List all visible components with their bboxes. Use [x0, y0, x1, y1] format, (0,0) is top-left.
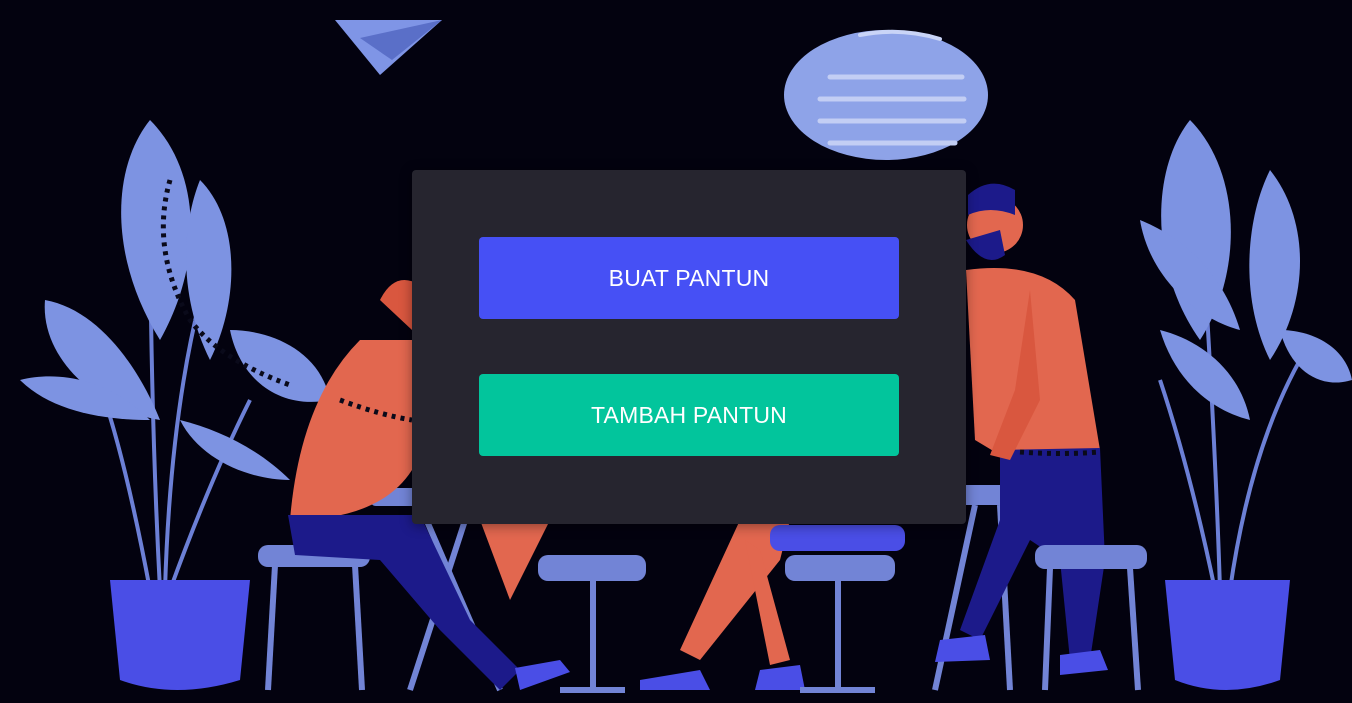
speech-bubble-icon	[784, 29, 988, 160]
add-pantun-button[interactable]: TAMBAH PANTUN	[479, 374, 899, 456]
plant-icon	[1140, 120, 1352, 690]
landing-screen: BUAT PANTUN TAMBAH PANTUN	[0, 0, 1352, 703]
menu-panel: BUAT PANTUN TAMBAH PANTUN	[412, 170, 966, 524]
plant-icon	[20, 120, 330, 690]
stool-icon	[770, 525, 905, 693]
create-pantun-button[interactable]: BUAT PANTUN	[479, 237, 899, 319]
paper-plane-icon	[335, 20, 442, 75]
stool-icon	[258, 545, 370, 691]
